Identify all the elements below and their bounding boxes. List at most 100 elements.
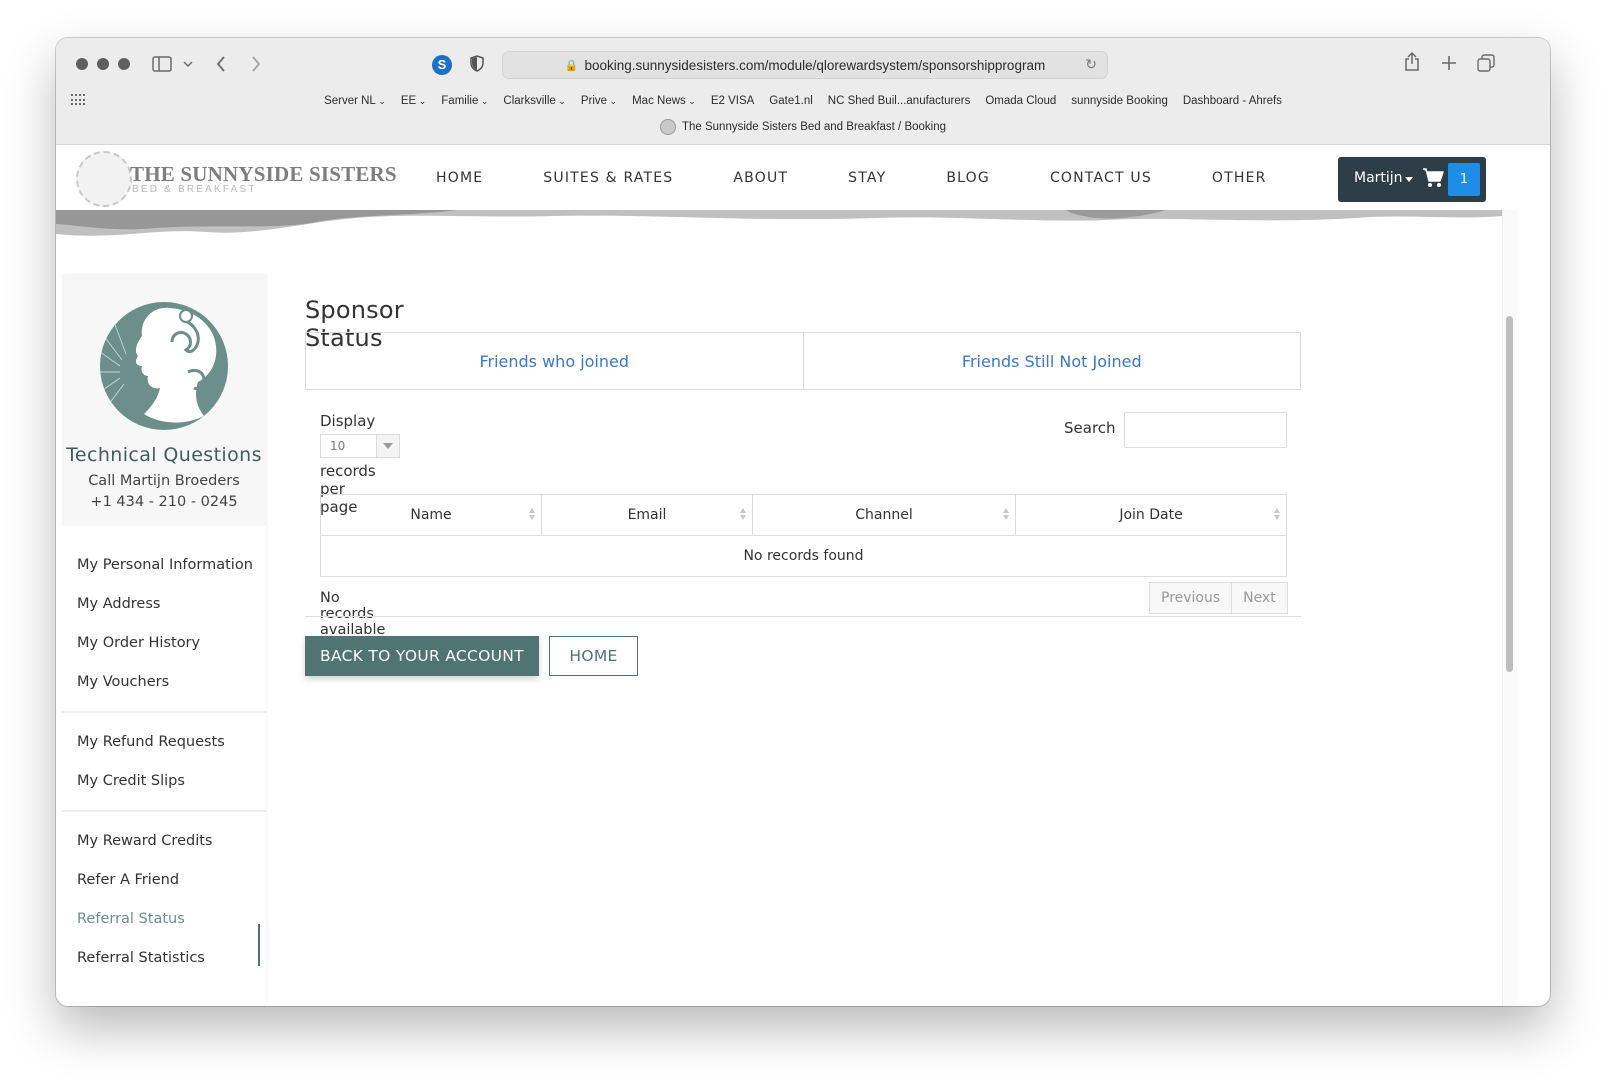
bookmark-item[interactable]: Gate1.nl bbox=[769, 90, 812, 112]
nav-suites-rates[interactable]: SUITES & RATES bbox=[543, 170, 673, 186]
zoom-window-button[interactable] bbox=[118, 58, 130, 70]
search-label: Search bbox=[1064, 419, 1116, 437]
sidebar-active-indicator bbox=[258, 924, 260, 966]
user-menu-button[interactable]: Martijn bbox=[1354, 170, 1403, 186]
sidebar-item-referral-status[interactable]: Referral Status bbox=[77, 911, 185, 927]
column-label: Email bbox=[627, 507, 667, 523]
url-text: booking.sunnysidesisters.com/module/qlor… bbox=[584, 57, 1046, 73]
sort-icon bbox=[740, 508, 746, 520]
support-avatar bbox=[100, 302, 228, 430]
sidebar-item-refer-a-friend[interactable]: Refer A Friend bbox=[77, 872, 179, 888]
window-controls bbox=[76, 58, 130, 70]
shopping-cart-icon[interactable] bbox=[1422, 167, 1444, 189]
back-to-account-button[interactable]: BACK TO YOUR ACCOUNT bbox=[305, 636, 539, 676]
next-page-button[interactable]: Next bbox=[1231, 583, 1287, 613]
site-logo[interactable]: THE SUNNYSIDE SISTERS BED & BREAKFAST bbox=[76, 151, 397, 207]
logo-medallion-icon bbox=[76, 151, 132, 207]
reload-icon[interactable]: ↻ bbox=[1085, 56, 1097, 73]
sidebar-item-personal-information[interactable]: My Personal Information bbox=[77, 557, 253, 573]
previous-page-button[interactable]: Previous bbox=[1150, 583, 1231, 613]
back-arrow-icon[interactable] bbox=[216, 55, 226, 73]
active-tab[interactable]: The Sunnyside Sisters Bed and Breakfast … bbox=[56, 116, 1550, 138]
bookmark-item[interactable]: sunnyside Booking bbox=[1071, 90, 1168, 112]
site-header: THE SUNNYSIDE SISTERS BED & BREAKFAST HO… bbox=[56, 145, 1550, 211]
forward-arrow-icon[interactable] bbox=[251, 55, 261, 73]
tab-overview-icon[interactable] bbox=[1477, 54, 1495, 72]
close-window-button[interactable] bbox=[76, 58, 88, 70]
nav-other[interactable]: OTHER bbox=[1212, 170, 1267, 186]
browser-toolbar: S 🔒 booking.sunnysidesisters.com/module/… bbox=[56, 38, 1550, 145]
bookmark-item[interactable]: Dashboard - Ahrefs bbox=[1183, 90, 1282, 112]
minimize-window-button[interactable] bbox=[97, 58, 109, 70]
table-row: No records found bbox=[320, 535, 1287, 577]
bookmark-item[interactable]: EE bbox=[401, 90, 426, 112]
sidebar-item-vouchers[interactable]: My Vouchers bbox=[77, 674, 169, 690]
decorative-brush-band bbox=[56, 210, 1502, 236]
support-contact-name: Call Martijn Broeders bbox=[88, 473, 240, 489]
extension-s-icon[interactable]: S bbox=[432, 55, 452, 75]
sidebar-item-credit-slips[interactable]: My Credit Slips bbox=[77, 773, 185, 789]
sidebar-item-reward-credits[interactable]: My Reward Credits bbox=[77, 833, 212, 849]
site-favicon-icon bbox=[659, 119, 676, 135]
logo-subtitle: BED & BREAKFAST bbox=[132, 184, 257, 195]
sort-icon bbox=[529, 508, 535, 520]
empty-table-message: No records found bbox=[320, 535, 1287, 577]
chevron-down-icon[interactable] bbox=[183, 60, 193, 68]
sort-icon bbox=[1003, 508, 1009, 520]
pagination: Previous Next bbox=[1149, 582, 1288, 614]
caret-down-icon bbox=[1405, 177, 1413, 182]
bookmark-item[interactable]: Server NL bbox=[324, 90, 386, 112]
bookmark-item[interactable]: Clarksville bbox=[503, 90, 565, 112]
nav-contact-us[interactable]: CONTACT US bbox=[1050, 170, 1152, 186]
column-label: Name bbox=[410, 507, 452, 523]
sidebar-toggle-icon[interactable] bbox=[152, 56, 172, 72]
table-info: No records available bbox=[320, 590, 386, 638]
column-join-date-header[interactable]: Join Date bbox=[1015, 494, 1287, 536]
column-email-header[interactable]: Email bbox=[541, 494, 753, 536]
sidebar-item-address[interactable]: My Address bbox=[77, 596, 160, 612]
cart-count-badge[interactable]: 1 bbox=[1448, 163, 1480, 196]
nav-blog[interactable]: BLOG bbox=[946, 170, 990, 186]
support-title: Technical Questions bbox=[66, 444, 262, 466]
tab-friends-not-joined[interactable]: Friends Still Not Joined bbox=[802, 333, 1301, 389]
page-size-select[interactable]: 10 bbox=[320, 434, 400, 458]
new-tab-plus-icon[interactable] bbox=[1441, 55, 1457, 71]
column-name-header[interactable]: Name bbox=[320, 494, 542, 536]
bookmark-item[interactable]: Mac News bbox=[632, 90, 696, 112]
nav-home[interactable]: HOME bbox=[436, 170, 483, 186]
privacy-shield-icon[interactable] bbox=[470, 55, 484, 72]
table-header-row: Name Email Channel Join Date bbox=[320, 494, 1287, 536]
sponsor-tabs: Friends who joined Friends Still Not Joi… bbox=[305, 332, 1301, 390]
nav-stay[interactable]: STAY bbox=[848, 170, 886, 186]
nav-about[interactable]: ABOUT bbox=[733, 170, 788, 186]
column-label: Channel bbox=[855, 507, 913, 523]
account-sidebar: Technical Questions Call Martijn Broeder… bbox=[62, 274, 266, 1006]
column-label: Join Date bbox=[1119, 507, 1183, 523]
select-arrow-icon bbox=[376, 435, 399, 457]
lock-icon: 🔒 bbox=[564, 59, 579, 72]
page-scrollbar-thumb[interactable] bbox=[1506, 316, 1513, 672]
address-bar[interactable]: 🔒 booking.sunnysidesisters.com/module/ql… bbox=[502, 51, 1108, 79]
browser-window: S 🔒 booking.sunnysidesisters.com/module/… bbox=[56, 38, 1550, 1006]
column-channel-header[interactable]: Channel bbox=[752, 494, 1016, 536]
bookmark-item[interactable]: E2 VISA bbox=[711, 90, 754, 112]
referrals-table: Name Email Channel Join Date No records … bbox=[320, 494, 1287, 577]
user-cart-box: Martijn 1 bbox=[1338, 157, 1486, 202]
sidebar-item-refund-requests[interactable]: My Refund Requests bbox=[77, 734, 225, 750]
sidebar-item-referral-statistics[interactable]: Referral Statistics bbox=[77, 950, 205, 966]
support-phone: +1 434 - 210 - 0245 bbox=[90, 494, 238, 510]
bookmark-item[interactable]: NC Shed Buil...anufacturers bbox=[828, 90, 971, 112]
sidebar-divider bbox=[62, 711, 266, 713]
bookmark-item[interactable]: Omada Cloud bbox=[985, 90, 1056, 112]
bookmarks-bar: Server NL EE Familie Clarksville Prive M… bbox=[56, 90, 1550, 112]
sort-icon bbox=[1274, 508, 1280, 520]
bookmark-item[interactable]: Prive bbox=[581, 90, 617, 112]
sidebar-item-order-history[interactable]: My Order History bbox=[77, 635, 200, 651]
home-button[interactable]: HOME bbox=[549, 636, 638, 676]
share-icon[interactable] bbox=[1404, 52, 1420, 72]
search-input[interactable] bbox=[1124, 412, 1287, 448]
tab-friends-joined[interactable]: Friends who joined bbox=[306, 333, 803, 389]
bookmark-item[interactable]: Familie bbox=[441, 90, 488, 112]
tab-title: The Sunnyside Sisters Bed and Breakfast … bbox=[681, 121, 946, 133]
page-size-value: 10 bbox=[330, 439, 346, 453]
